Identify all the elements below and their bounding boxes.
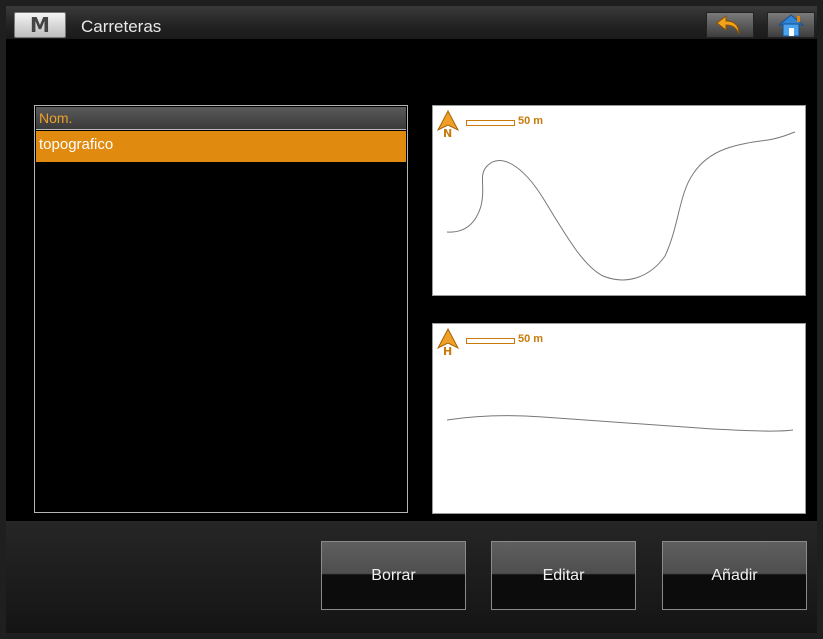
edit-button[interactable]: Editar [491, 541, 636, 610]
height-arrow-icon: H [437, 328, 459, 356]
scale-label: 50 m [518, 115, 544, 127]
scale-label: 50 m [518, 333, 544, 345]
scale-bar [466, 120, 515, 126]
north-arrow-icon: N [437, 110, 459, 138]
title-bar: M Carreteras [6, 6, 817, 40]
list-header-name[interactable]: Nom. [36, 107, 406, 130]
main-menu-button[interactable]: M [14, 12, 66, 38]
svg-text:H: H [443, 345, 452, 356]
back-button[interactable] [706, 12, 754, 38]
menu-letter: M [30, 13, 50, 37]
profile-view-preview: H 50 m [432, 323, 806, 514]
home-icon [777, 14, 805, 37]
alignment-plan-curve [446, 131, 796, 281]
add-button[interactable]: Añadir [662, 541, 807, 610]
delete-button[interactable]: Borrar [321, 541, 466, 610]
svg-text:N: N [443, 127, 452, 138]
scale-bar [466, 338, 515, 344]
alignment-profile-curve [446, 415, 794, 432]
list-item[interactable]: topografico [36, 131, 406, 162]
page-title: Carreteras [81, 17, 162, 36]
plan-view-preview: N 50 m [432, 105, 806, 296]
back-arrow-icon [716, 14, 740, 35]
roads-list[interactable]: Nom. topografico [34, 105, 408, 513]
home-button[interactable] [767, 12, 815, 38]
